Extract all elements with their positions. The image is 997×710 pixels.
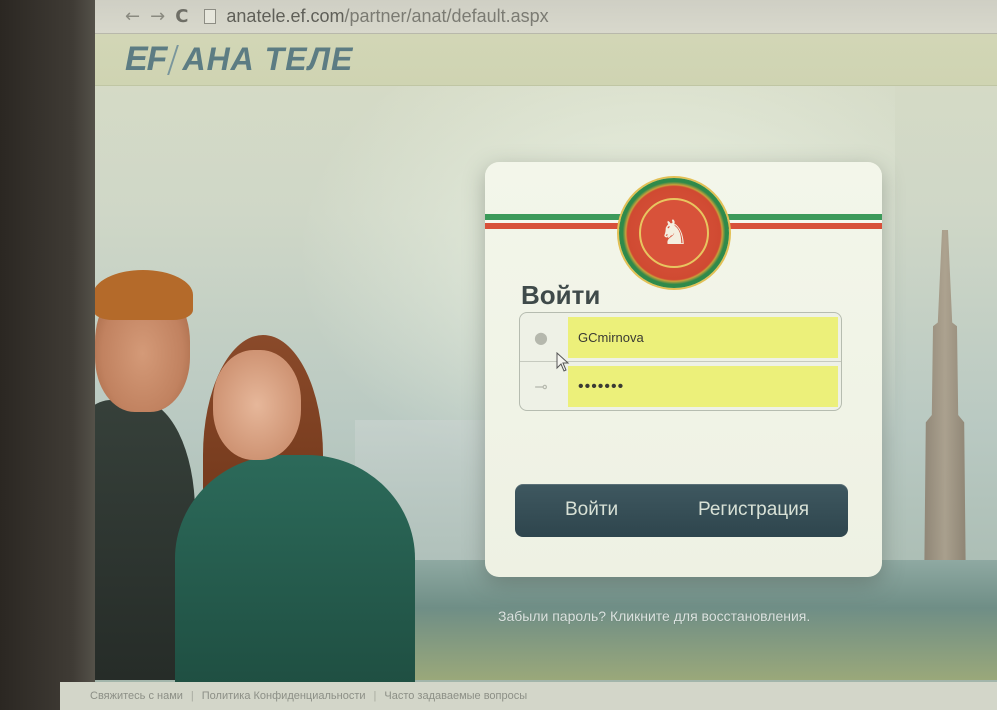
photo-person-girl-head xyxy=(213,350,301,460)
snow-leopard-icon: ♞ xyxy=(658,213,690,253)
username-input[interactable] xyxy=(568,317,838,358)
footer-separator: | xyxy=(373,690,377,702)
footer-link-privacy[interactable]: Политика Конфиденциальности xyxy=(202,690,366,702)
projected-screen: ← → C anatele.ef.com/partner/anat/defaul… xyxy=(95,0,997,710)
footer-separator: | xyxy=(190,690,194,702)
photo-person-boy-hair xyxy=(95,270,193,320)
action-bar: Войти Регистрация xyxy=(515,484,848,537)
brand-divider xyxy=(167,44,180,75)
page-icon xyxy=(204,9,217,24)
back-arrow-icon[interactable]: ← xyxy=(125,6,140,27)
login-card: ♞ Войти ● ⊸ Войти Регистрация xyxy=(485,162,882,577)
footer-link-contact[interactable]: Свяжитесь с нами xyxy=(90,690,183,702)
photo-person-girl-body xyxy=(175,455,415,685)
site-title: АНА ТЕЛЕ xyxy=(182,41,354,77)
url-field[interactable]: anatele.ef.com/partner/anat/default.aspx xyxy=(226,6,548,27)
emblem-inner: ♞ xyxy=(639,198,709,268)
reload-icon[interactable]: C xyxy=(175,6,188,27)
mouse-cursor-icon xyxy=(556,352,570,372)
footer-link-faq[interactable]: Часто задаваемые вопросы xyxy=(384,690,527,702)
site-footer: Свяжитесь с нами | Политика Конфиденциал… xyxy=(60,682,997,710)
forward-arrow-icon[interactable]: → xyxy=(150,6,165,27)
password-input[interactable] xyxy=(568,366,838,407)
key-icon: ⊸ xyxy=(534,376,548,396)
login-title: Войти xyxy=(521,280,601,310)
user-icon: ● xyxy=(534,327,548,347)
forgot-password-link[interactable]: Забыли пароль? Кликните для восстановлен… xyxy=(498,608,810,624)
login-button[interactable]: Войти xyxy=(565,499,618,521)
ef-logo[interactable]: EF xyxy=(125,40,167,79)
site-header: EF АНА ТЕЛЕ xyxy=(95,34,997,86)
browser-address-bar: ← → C anatele.ef.com/partner/anat/defaul… xyxy=(95,0,997,34)
background-tower xyxy=(924,230,966,600)
tatarstan-emblem-icon: ♞ xyxy=(619,178,729,288)
register-button[interactable]: Регистрация xyxy=(698,499,809,521)
